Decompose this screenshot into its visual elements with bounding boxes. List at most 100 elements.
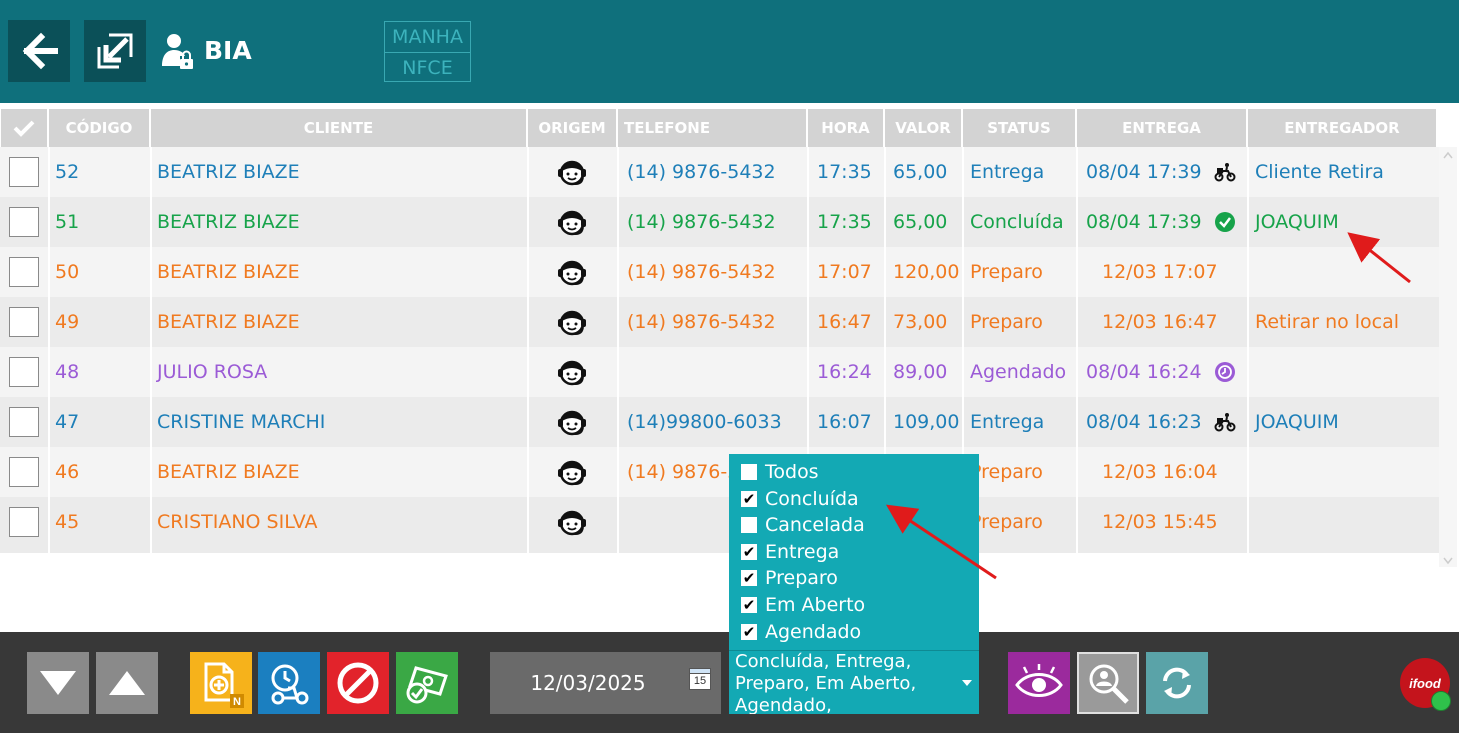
dispatch-delivery-button[interactable] <box>258 652 320 714</box>
row-checkbox[interactable] <box>9 407 39 437</box>
calendar-day: 15 <box>689 673 711 690</box>
client-phone-text: (14) 9876-5432 <box>627 161 776 183</box>
row-checkbox-cell[interactable] <box>1 347 47 397</box>
clock-icon <box>1214 361 1236 383</box>
delivery-time-text: 12/03 16:47 <box>1102 311 1218 333</box>
table-row[interactable]: 45 CRISTIANO SILVA Preparo 12/03 15:45 <box>0 497 1439 553</box>
column-header-delivery[interactable]: ENTREGA <box>1077 109 1246 147</box>
order-code-text: 52 <box>55 161 80 183</box>
client-name-text: BEATRIZ BIAZE <box>157 461 300 483</box>
table-row[interactable]: 49 BEATRIZ BIAZE (14) 9876-5432 16:47 73,00 P… <box>0 297 1439 347</box>
table-scrollbar[interactable] <box>1439 147 1457 567</box>
status-filter-option[interactable]: ✔ Entrega <box>741 539 839 565</box>
delivery-time: 12/03 16:04 <box>1077 447 1246 497</box>
calendar-icon[interactable]: 15 <box>689 668 711 690</box>
row-checkbox-cell[interactable] <box>1 297 47 347</box>
row-checkbox-cell[interactable] <box>1 197 47 247</box>
order-code: 47 <box>49 397 149 447</box>
column-divider <box>150 147 152 553</box>
order-time: 16:47 <box>808 297 883 347</box>
status-filter-option[interactable]: Cancelada <box>741 512 865 538</box>
order-status: Preparo <box>963 497 1075 547</box>
order-code: 45 <box>49 497 149 547</box>
back-button[interactable] <box>8 20 70 82</box>
table-row[interactable]: 48 JULIO ROSA 16:24 89,00 Agendado 08/04 16:2… <box>0 347 1439 397</box>
order-status-text: Entrega <box>970 411 1045 433</box>
checked-checkbox[interactable]: ✔ <box>741 597 757 613</box>
move-down-button[interactable] <box>27 652 89 714</box>
status-filter-dropdown[interactable]: Todos ✔ Concluída Cancelada ✔ Entrega ✔ Preparo… <box>729 454 979 714</box>
column-header-courier[interactable]: ENTREGADOR <box>1248 109 1436 147</box>
client-name: JULIO ROSA <box>151 347 526 397</box>
new-order-button[interactable]: N <box>190 652 252 714</box>
date-picker[interactable]: 12/03/2025 15 <box>490 652 721 714</box>
delivery-time: 08/04 16:23 <box>1077 397 1246 447</box>
order-code: 49 <box>49 297 149 347</box>
row-checkbox-cell[interactable] <box>1 497 47 547</box>
move-up-button[interactable] <box>96 652 158 714</box>
order-value-text: 65,00 <box>893 161 948 183</box>
row-checkbox[interactable] <box>9 457 39 487</box>
checked-checkbox[interactable]: ✔ <box>741 490 757 507</box>
minimize-button[interactable] <box>84 20 146 82</box>
column-header-client[interactable]: CLIENTE <box>151 109 526 147</box>
column-header-value[interactable]: VALOR <box>885 109 961 147</box>
row-checkbox-cell[interactable] <box>1 247 47 297</box>
row-checkbox[interactable] <box>9 507 39 537</box>
row-checkbox[interactable] <box>9 157 39 187</box>
table-row[interactable]: 50 BEATRIZ BIAZE (14) 9876-5432 17:07 120,00… <box>0 247 1439 297</box>
row-checkbox[interactable] <box>9 307 39 337</box>
courier-name: Retirar no local <box>1248 297 1436 347</box>
order-status-text: Concluída <box>970 211 1064 233</box>
row-checkbox[interactable] <box>9 207 39 237</box>
select-all-checkbox[interactable] <box>1 109 47 147</box>
refresh-button[interactable] <box>1146 652 1208 714</box>
order-value: 65,00 <box>885 147 961 197</box>
table-row[interactable]: 51 BEATRIZ BIAZE (14) 9876-5432 17:35 65,00 C… <box>0 197 1439 247</box>
column-header-origin[interactable]: ORIGEM <box>528 109 616 147</box>
headset-operator-icon <box>558 410 586 436</box>
unchecked-checkbox[interactable] <box>741 464 757 480</box>
unchecked-checkbox[interactable] <box>741 517 757 534</box>
status-filter-option-label: Em Aberto <box>765 594 866 616</box>
checked-checkbox[interactable]: ✔ <box>741 543 757 560</box>
delivery-time: 08/04 17:39 <box>1077 197 1246 247</box>
order-status-text: Preparo <box>970 511 1043 533</box>
column-header-status[interactable]: STATUS <box>963 109 1075 147</box>
column-header-code[interactable]: CÓDIGO <box>49 109 149 147</box>
search-client-button[interactable] <box>1077 652 1139 714</box>
table-row[interactable]: 52 BEATRIZ BIAZE (14) 9876-5432 17:35 65,00 E… <box>0 147 1439 197</box>
status-filter-option[interactable]: Todos <box>741 459 819 485</box>
table-row[interactable]: 46BEATRIZ BIAZE(14) 9876-543216:04Prepar… <box>0 447 1439 497</box>
table-row[interactable]: 47 CRISTINE MARCHI (14)99800-6033 16:07 109,… <box>0 397 1439 447</box>
row-checkbox-cell[interactable] <box>1 447 47 497</box>
money-check-icon <box>406 666 448 704</box>
cancel-order-button[interactable] <box>327 652 389 714</box>
checked-checkbox[interactable]: ✔ <box>741 623 757 640</box>
view-order-button[interactable] <box>1008 652 1070 714</box>
order-status: Entrega <box>963 397 1075 447</box>
client-name: BEATRIZ BIAZE <box>151 297 526 347</box>
headset-operator-icon <box>558 460 586 486</box>
status-filter-option[interactable]: ✔ Agendado <box>741 619 861 645</box>
row-checkbox-cell[interactable] <box>1 147 47 197</box>
status-filter-option[interactable]: ✔ Preparo <box>741 565 838 591</box>
order-code: 46 <box>49 447 149 497</box>
column-header-phone[interactable]: TELEFONE <box>618 109 806 147</box>
date-value: 12/03/2025 <box>530 671 646 695</box>
client-name: BEATRIZ BIAZE <box>151 197 526 247</box>
status-filter-option[interactable]: ✔ Em Aberto <box>741 592 865 618</box>
headset-operator-icon <box>558 160 586 186</box>
checked-checkbox[interactable]: ✔ <box>741 570 757 587</box>
status-filter-option[interactable]: ✔ Concluída <box>741 486 859 512</box>
row-checkbox[interactable] <box>9 357 39 387</box>
column-header-time[interactable]: HORA <box>808 109 883 147</box>
payment-button[interactable] <box>396 652 458 714</box>
row-checkbox-cell[interactable] <box>1 397 47 447</box>
order-time-text: 16:07 <box>817 411 872 433</box>
order-time-text: 17:07 <box>817 261 872 283</box>
row-checkbox[interactable] <box>9 257 39 287</box>
order-value: 120,00 <box>885 247 961 297</box>
status-filter-select[interactable]: Concluída, Entrega, Preparo, Em Aberto, … <box>729 650 979 714</box>
courier-name-text: JOAQUIM <box>1255 411 1339 433</box>
